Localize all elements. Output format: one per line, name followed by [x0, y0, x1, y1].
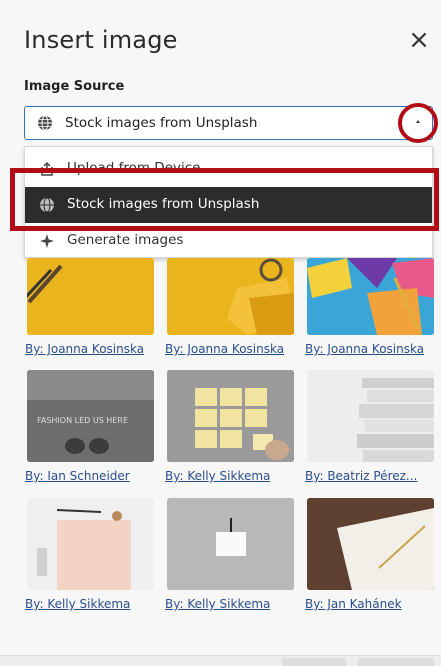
menu-item-label: Upload from Device [67, 160, 201, 176]
footer-button[interactable] [282, 658, 346, 666]
footer-button[interactable] [358, 658, 434, 666]
thumbnail-text: FASHION LED US HERE [37, 416, 128, 425]
insert-image-dialog: Insert image × Image Source Stock images… [0, 0, 441, 666]
image-source-select[interactable]: Stock images from Unsplash [24, 106, 433, 140]
selected-source-text: Stock images from Unsplash [65, 115, 258, 131]
menu-item-label: Generate images [67, 232, 184, 248]
image-thumbnail[interactable] [307, 498, 434, 590]
image-thumbnail[interactable] [167, 370, 294, 462]
menu-item-generate-images[interactable]: Generate images [25, 223, 432, 259]
menu-item-upload[interactable]: Upload from Device [25, 151, 432, 187]
close-icon[interactable]: × [405, 26, 433, 54]
globe-icon [40, 197, 54, 213]
image-credit-link[interactable]: By: Joanna Kosinska [165, 342, 295, 356]
upload-icon [41, 161, 53, 176]
image-credit-link[interactable]: By: Jan Kahánek [305, 597, 435, 611]
dropdown-toggle-button[interactable] [398, 103, 438, 143]
source-dropdown-menu: Upload from Device Stock images from Uns… [24, 146, 433, 258]
image-thumbnail[interactable] [27, 258, 154, 335]
menu-item-stock-images[interactable]: Stock images from Unsplash [25, 187, 432, 223]
image-credit-link[interactable]: By: Joanna Kosinska [25, 342, 155, 356]
image-credit-link[interactable]: By: Joanna Kosinska [305, 342, 435, 356]
image-credit-link[interactable]: By: Kelly Sikkema [25, 597, 155, 611]
image-credit-link[interactable]: By: Ian Schneider [25, 469, 155, 483]
menu-item-label: Stock images from Unsplash [67, 196, 260, 212]
image-thumbnail[interactable] [167, 498, 294, 590]
image-credit-link[interactable]: By: Kelly Sikkema [165, 597, 295, 611]
globe-icon [38, 115, 52, 131]
dialog-title: Insert image [24, 26, 178, 54]
image-credit-link[interactable]: By: Beatriz Pérez... [305, 469, 435, 483]
image-thumbnail[interactable] [307, 258, 434, 335]
image-thumbnail[interactable] [307, 370, 434, 462]
image-credit-link[interactable]: By: Kelly Sikkema [165, 469, 295, 483]
image-thumbnail[interactable] [167, 258, 294, 335]
image-source-label: Image Source [24, 79, 125, 94]
sparkle-icon [40, 234, 54, 248]
caret-up-icon [416, 120, 420, 123]
image-thumbnail[interactable]: FASHION LED US HERE [27, 370, 154, 462]
image-thumbnail[interactable] [27, 498, 154, 590]
